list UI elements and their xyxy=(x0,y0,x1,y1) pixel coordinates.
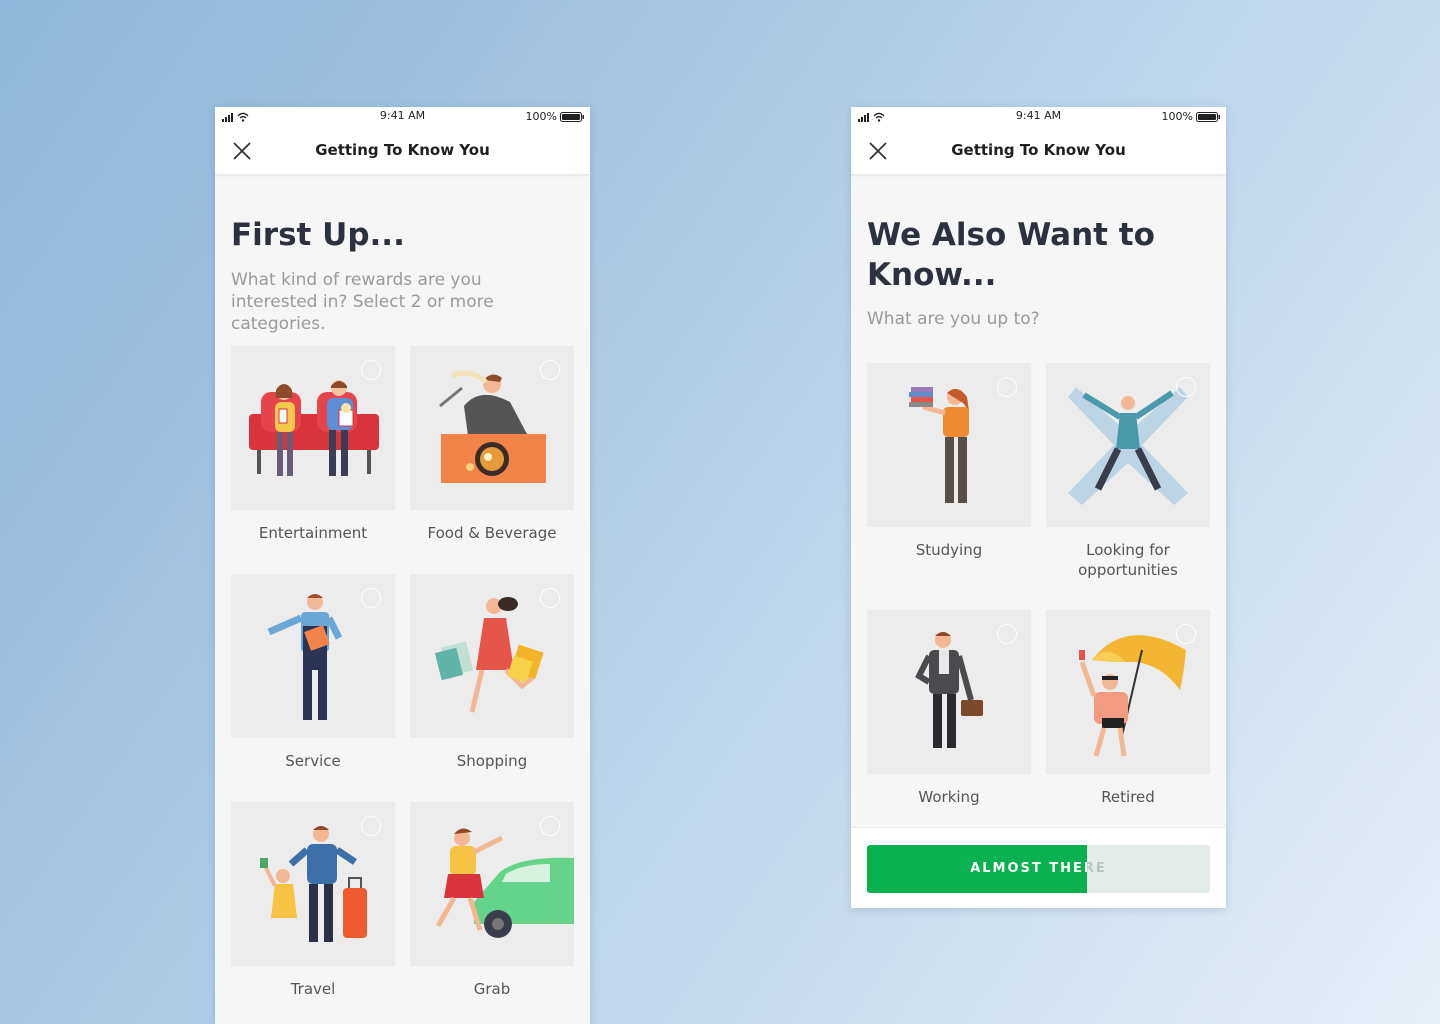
progress-continue-button[interactable]: ALMOST THERE ALMOST THERE xyxy=(867,845,1210,893)
status-bar: 9:41 AM 100% xyxy=(851,107,1226,127)
category-label: Travel xyxy=(290,980,336,998)
page-heading: First Up... xyxy=(231,217,405,253)
category-label: Service xyxy=(285,752,341,770)
select-radio[interactable] xyxy=(540,816,560,836)
nav-bar: Getting To Know You xyxy=(851,127,1226,175)
battery-icon xyxy=(1196,112,1220,122)
battery-percent: 100% xyxy=(1161,110,1193,123)
category-label: Entertainment xyxy=(258,524,368,542)
category-label: Shopping xyxy=(456,752,528,770)
battery-icon xyxy=(560,112,584,122)
select-radio[interactable] xyxy=(361,360,381,380)
nav-title: Getting To Know You xyxy=(315,141,490,159)
option-label: Working xyxy=(918,788,980,806)
phone-screen-also-know: 9:41 AM 100% Getting To Know You We Also… xyxy=(851,107,1226,908)
option-label: Retired xyxy=(1101,788,1155,806)
progress-label: ALMOST THERE xyxy=(970,861,1086,876)
select-radio[interactable] xyxy=(1176,377,1196,397)
category-card-travel[interactable] xyxy=(231,802,395,966)
category-card-food-beverage[interactable] xyxy=(410,346,574,510)
select-radio[interactable] xyxy=(361,816,381,836)
category-label: Food & Beverage xyxy=(427,524,557,542)
option-label: Looking for opportunities xyxy=(1078,541,1178,579)
select-radio[interactable] xyxy=(997,377,1017,397)
battery-percent: 100% xyxy=(525,110,557,123)
select-radio[interactable] xyxy=(540,588,560,608)
category-card-entertainment[interactable] xyxy=(231,346,395,510)
category-card-shopping[interactable] xyxy=(410,574,574,738)
progress-fill: ALMOST THERE xyxy=(867,845,1087,893)
nav-title: Getting To Know You xyxy=(951,141,1126,159)
option-card-looking-for-opportunities[interactable] xyxy=(1046,363,1210,527)
category-label: Grab xyxy=(473,980,511,998)
phone-screen-first-up: 9:41 AM 100% Getting To Know You First U… xyxy=(215,107,590,1024)
category-card-service[interactable] xyxy=(231,574,395,738)
option-card-studying[interactable] xyxy=(867,363,1031,527)
status-bar: 9:41 AM 100% xyxy=(215,107,590,127)
page-subtext: What are you up to? xyxy=(867,309,1040,329)
page-heading: We Also Want to Know... xyxy=(867,217,1155,293)
option-card-retired[interactable] xyxy=(1046,610,1210,774)
category-card-grab[interactable] xyxy=(410,802,574,966)
select-radio[interactable] xyxy=(540,360,560,380)
select-radio[interactable] xyxy=(361,588,381,608)
page-subtext: What kind of rewards are you interested … xyxy=(231,270,494,334)
footer-bar: ALMOST THERE ALMOST THERE xyxy=(851,827,1226,908)
option-card-working[interactable] xyxy=(867,610,1031,774)
option-label: Studying xyxy=(915,541,983,559)
nav-bar: Getting To Know You xyxy=(215,127,590,175)
select-radio[interactable] xyxy=(997,624,1017,644)
select-radio[interactable] xyxy=(1176,624,1196,644)
